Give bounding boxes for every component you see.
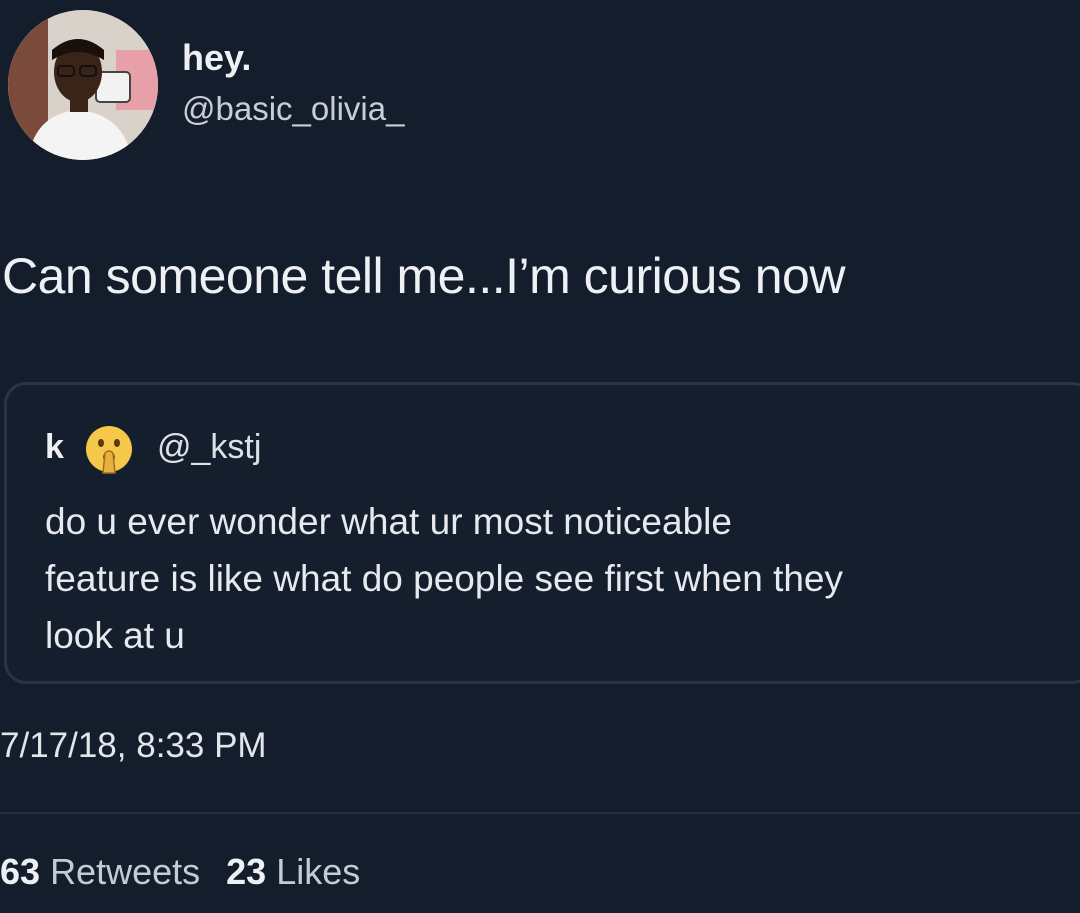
retweets-count[interactable]: 63 [0,851,40,892]
retweets-label[interactable]: Retweets [50,851,200,892]
user-handle[interactable]: @basic_olivia_ [182,90,404,128]
quoted-tweet[interactable]: k @_kstj do u ever wonder what ur most n… [4,382,1080,684]
quoted-tweet-text: do u ever wonder what ur most noticeable… [45,501,844,656]
avatar[interactable] [8,10,158,160]
profile-photo-icon [8,10,158,160]
quoted-display-name: k [45,428,64,466]
shushing-face-icon [86,426,132,474]
tweet-card: hey. @basic_olivia_ Can someone tell me.… [0,0,1080,913]
tweet-timestamp[interactable]: 7/17/18, 8:33 PM [0,726,267,766]
engagement-stats: 63 Retweets 23 Likes [0,851,360,893]
tweet-text: Can someone tell me...I’m curious now [2,248,845,304]
divider [0,812,1080,814]
likes-label[interactable]: Likes [276,851,360,892]
display-name[interactable]: hey. [182,37,251,79]
likes-count[interactable]: 23 [226,851,266,892]
quoted-user-handle: @_kstj [157,428,262,466]
